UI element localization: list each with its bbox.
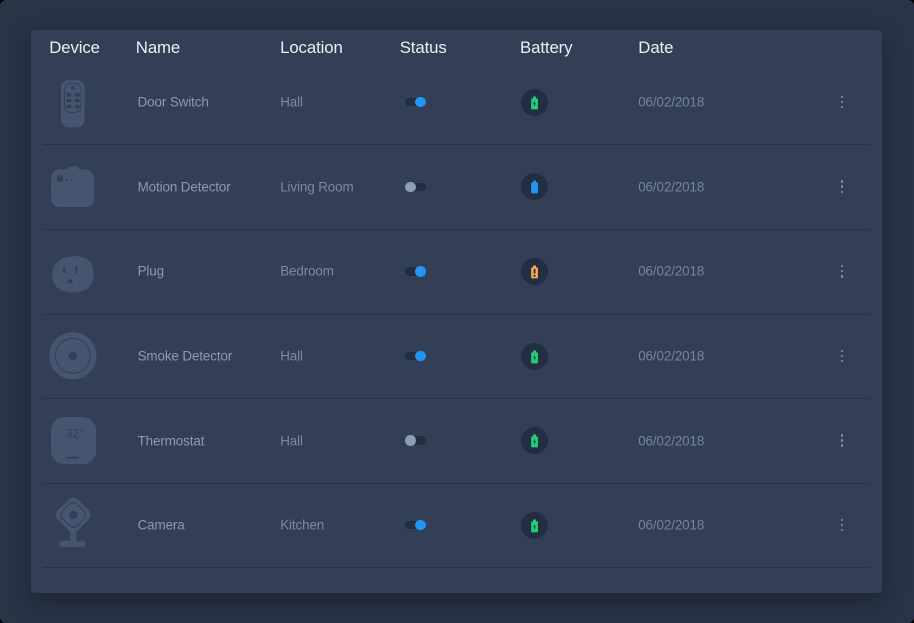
svg-text:32: 32: [66, 426, 79, 440]
